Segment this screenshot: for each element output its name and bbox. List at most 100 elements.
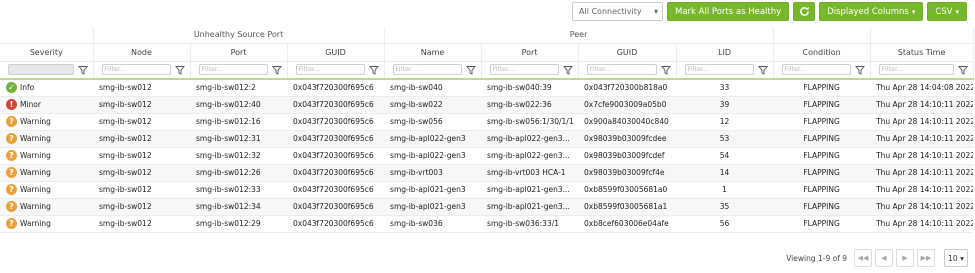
filter-input[interactable]: Filter... [295, 64, 365, 76]
column-header[interactable]: Condition [773, 42, 871, 62]
mark-all-healthy-button[interactable]: Mark All Ports as Healthy [667, 2, 790, 21]
severity-label: Warning [20, 117, 51, 126]
filter-box: Filter... [878, 64, 968, 76]
next-page-button[interactable]: ▶ [896, 249, 914, 267]
table-row[interactable]: ? Warning smg-ib-sw012 smg-ib-sw012:16 0x043… [0, 113, 974, 131]
group-header-unhealthy: Unhealthy Source Port [93, 27, 385, 43]
table-row[interactable]: ✓ Info smg-ib-sw012 smg-ib-sw012:2 0x043f720… [0, 79, 974, 97]
lid-cell: 56 [676, 215, 774, 233]
table-row[interactable]: ? Warning smg-ib-sw012 smg-ib-sw012:26 0x043… [0, 164, 974, 182]
viewing-count: Viewing 1-9 of 9 [786, 253, 847, 263]
node-cell: smg-ib-sw012 [93, 147, 190, 165]
column-header[interactable]: Port [481, 42, 579, 62]
column-header[interactable]: Severity [0, 42, 94, 62]
displayed-columns-button[interactable]: Displayed Columns ▾ [819, 2, 924, 21]
filter-input[interactable]: Filter... [586, 64, 657, 76]
prev-page-icon: ◀ [881, 254, 887, 262]
filter-input[interactable]: Filter... [392, 64, 462, 76]
name-cell: smg-ib-apl022-gen3 [384, 147, 482, 165]
peer-guid-cell: 0x98039b03009fcf4e [578, 164, 677, 182]
table-row[interactable]: ? Warning smg-ib-sw012 smg-ib-sw012:34 0x043… [0, 198, 974, 216]
next-page-icon: ▶ [902, 254, 908, 262]
filter-icon[interactable] [854, 65, 865, 75]
table-row[interactable]: ? Warning smg-ib-sw012 smg-ib-sw012:31 0x043… [0, 130, 974, 148]
column-header[interactable]: GUID [287, 42, 385, 62]
filter-box: Filter... [198, 64, 282, 76]
filter-cell: Filter... [384, 61, 482, 80]
filter-input[interactable]: Filter... [489, 64, 559, 76]
filter-input[interactable]: Filter... [781, 64, 851, 76]
filter-cell: Filter... [287, 61, 385, 80]
filter-icon[interactable] [957, 65, 968, 75]
refresh-icon [799, 6, 809, 16]
port-cell: smg-ib-sw012:2 [190, 79, 287, 97]
filter-icon[interactable] [757, 65, 768, 75]
peer-port-cell: smg-ib-sw056:1/30/1/1 [481, 113, 579, 131]
peer-guid-cell: 0x7cfe9003009a05b0 [578, 96, 677, 114]
table-row[interactable]: ? Warning smg-ib-sw012 smg-ib-sw012:32 0x043… [0, 147, 974, 165]
caret-down-icon: ▾ [955, 7, 959, 16]
filter-icon[interactable] [368, 65, 379, 75]
lid-cell: 1 [676, 181, 774, 199]
table-row[interactable]: ? Warning smg-ib-sw012 smg-ib-sw012:33 0x043… [0, 181, 974, 199]
refresh-button[interactable] [793, 2, 816, 21]
lid-cell: 54 [676, 147, 774, 165]
filter-icon[interactable] [660, 65, 671, 75]
severity-label: Info [20, 83, 35, 93]
port-cell: smg-ib-sw012:16 [190, 113, 287, 131]
column-header[interactable]: Node [93, 42, 191, 62]
table-row[interactable]: ? Warning smg-ib-sw012 smg-ib-sw012:29 0x043… [0, 215, 974, 233]
name-cell: smg-ib-apl021-gen3 [384, 181, 482, 199]
filter-icon[interactable] [562, 65, 573, 75]
peer-port-cell: smg-ib-apl022-gen3... [481, 147, 579, 165]
column-header[interactable]: GUID [578, 42, 677, 62]
filter-input[interactable]: Filter... [198, 64, 268, 76]
filter-icon[interactable] [271, 65, 282, 75]
filter-input[interactable]: Filter... [684, 64, 754, 76]
filter-input[interactable]: Filter... [878, 64, 954, 76]
first-page-button[interactable]: ◀◀ [854, 249, 872, 267]
severity-label: Warning [20, 151, 51, 160]
time-cell: Thu Apr 28 14:04:08 2022 [870, 79, 974, 97]
name-cell: smg-ib-vrt003 [384, 164, 482, 182]
peer-guid-cell: 0xb8599f03005681a1 [578, 198, 677, 216]
csv-button[interactable]: CSV ▾ [927, 2, 967, 21]
connectivity-select[interactable]: All Connectivity ▾ [572, 2, 663, 21]
lid-cell: 53 [676, 130, 774, 148]
severity-cell: ✓ Info [0, 79, 93, 97]
guid-cell: 0x043f720300f695c6 [287, 147, 385, 165]
column-header[interactable]: Name [384, 42, 482, 62]
column-header[interactable]: Port [190, 42, 288, 62]
column-header[interactable]: Status Time [870, 42, 974, 62]
severity-cell: ? Warning [0, 198, 93, 216]
group-header-peer: Peer [384, 27, 774, 43]
name-cell: smg-ib-sw022 [384, 96, 482, 114]
filter-icon[interactable] [465, 65, 476, 75]
severity-label: Warning [20, 168, 51, 177]
chevron-down-icon: ▾ [960, 253, 964, 263]
toolbar: All Connectivity ▾ Mark All Ports as Hea… [572, 2, 967, 21]
peer-guid-cell: 0x043f720300b818a0 [578, 79, 677, 97]
filter-icon[interactable] [174, 65, 185, 75]
condition-cell: FLAPPING [773, 215, 871, 233]
severity-label: Warning [20, 219, 51, 228]
filter-box: Filter... [781, 64, 865, 76]
name-cell: smg-ib-sw056 [384, 113, 482, 131]
peer-port-cell: smg-ib-sw040:39 [481, 79, 579, 97]
group-header-empty [0, 27, 94, 43]
filter-input[interactable]: Filter... [101, 64, 171, 76]
table-row[interactable]: ! Minor smg-ib-sw012 smg-ib-sw012:40 0x043f7… [0, 96, 974, 114]
page-size-select[interactable]: 10 ▾ [944, 249, 968, 267]
filter-cell: Filter... [481, 61, 579, 80]
node-cell: smg-ib-sw012 [93, 113, 190, 131]
filter-box: Filter... [489, 64, 573, 76]
filter-icon[interactable] [77, 65, 88, 75]
guid-cell: 0x043f720300f695c6 [287, 79, 385, 97]
name-cell: smg-ib-sw036 [384, 215, 482, 233]
severity-filter-select[interactable] [8, 64, 74, 76]
prev-page-button[interactable]: ◀ [875, 249, 893, 267]
severity-wrapper: ! Minor [6, 99, 93, 110]
question-icon: ? [6, 218, 17, 229]
column-header[interactable]: LID [676, 42, 774, 62]
last-page-button[interactable]: ▶▶ [917, 249, 935, 267]
